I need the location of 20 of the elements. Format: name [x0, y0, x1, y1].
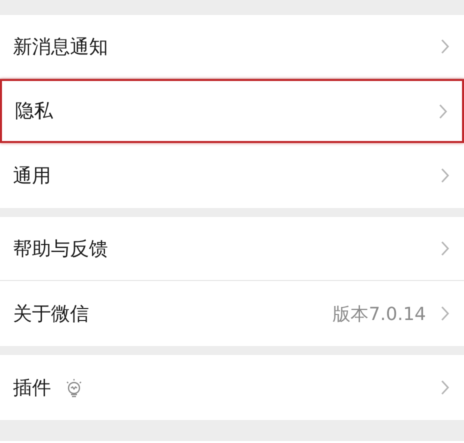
row-label: 隐私	[15, 99, 53, 124]
chevron-icon	[438, 102, 448, 120]
chevron-icon	[440, 167, 450, 184]
settings-row[interactable]: 关于微信 版本7.0.14	[0, 281, 464, 346]
highlighted-settings-row[interactable]: 隐私	[0, 79, 464, 143]
row-label: 通用	[13, 164, 51, 188]
chevron-icon	[440, 379, 450, 396]
settings-row[interactable]: 新消息通知	[0, 15, 464, 79]
settings-row[interactable]: 通用	[0, 143, 464, 208]
row-label: 关于微信	[13, 302, 89, 326]
row-label: 插件	[13, 376, 51, 400]
chevron-icon	[440, 305, 450, 322]
lightbulb-icon	[65, 378, 83, 398]
chevron-icon	[440, 240, 450, 257]
chevron-icon	[440, 38, 450, 55]
row-label: 帮助与反馈	[13, 236, 108, 262]
version-text: 版本7.0.14	[332, 302, 426, 326]
settings-row[interactable]: 插件	[0, 355, 464, 420]
row-label: 新消息通知	[13, 34, 108, 60]
settings-row[interactable]: 帮助与反馈	[0, 217, 464, 281]
